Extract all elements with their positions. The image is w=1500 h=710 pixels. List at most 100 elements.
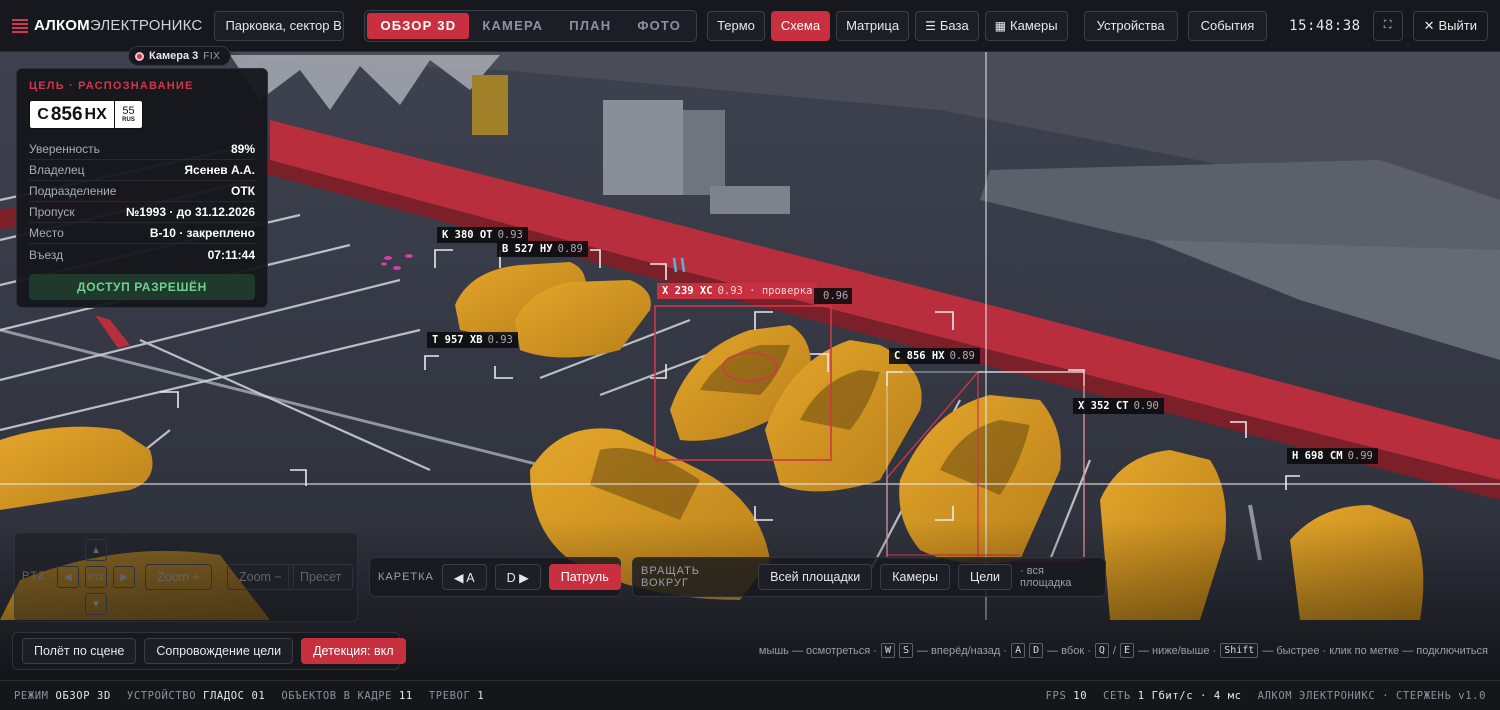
status-mode: РЕЖИМ ОБЗОР 3D xyxy=(14,690,111,702)
info-row: Уверенность 89% xyxy=(29,139,255,160)
tab-overview-3d[interactable]: ОБЗОР 3D xyxy=(367,12,470,39)
clock: 15:48:38 xyxy=(1289,17,1361,34)
target-card: ЦЕЛЬ · РАСПОЗНАВАНИЕ С 856 НХ 55 RUS Уве… xyxy=(16,68,268,308)
info-value: №1993 · до 31.12.2026 xyxy=(125,205,255,219)
tab-camera[interactable]: КАМЕРА xyxy=(469,13,556,39)
key-s: S xyxy=(898,643,913,658)
ptz-center-button[interactable]: PTZ xyxy=(85,566,107,588)
info-value: ОТК xyxy=(231,184,255,198)
carriage-left-button[interactable]: ◀ A xyxy=(441,564,487,590)
detection-toggle-button[interactable]: Детекция: вкл xyxy=(301,638,406,664)
plate-region: 55 xyxy=(122,105,135,117)
base-label: База xyxy=(939,18,969,33)
info-key: Уверенность xyxy=(29,142,100,156)
matrix-button[interactable]: Матрица xyxy=(836,10,910,41)
detection-confidence: 0.99 xyxy=(1347,450,1373,462)
scene-controls-panel: Полёт по сцене Сопровождение цели Детекц… xyxy=(12,632,406,670)
info-value: 89% xyxy=(230,142,255,156)
carriage-panel: КАРЕТКА ◀ A D ▶ Патруль xyxy=(369,557,621,597)
tab-plan[interactable]: ПЛАН xyxy=(556,13,624,39)
logo-icon xyxy=(12,18,28,34)
info-row: Пропуск №1993 · до 31.12.2026 xyxy=(29,202,255,223)
detection-label[interactable]: Х 352 СТ 0.90 xyxy=(1073,398,1164,414)
ptz-up-button[interactable]: ▲ xyxy=(85,539,107,561)
preset-button[interactable]: Пресет xyxy=(288,564,354,590)
status-bar: РЕЖИМ ОБЗОР 3D УСТРОЙСТВО ГЛАДОС 01 ОБЪЕ… xyxy=(0,680,1500,710)
key-q: Q xyxy=(1094,643,1109,658)
orbit-targets-button[interactable]: Цели xyxy=(957,564,1013,590)
site-select[interactable]: Парковка, сектор В xyxy=(214,10,345,41)
ptz-down-button[interactable]: ▼ xyxy=(85,593,107,615)
camera-name: Камера 3 xyxy=(149,50,199,62)
status-key: УСТРОЙСТВО xyxy=(126,689,197,702)
status-fps: FPS 10 xyxy=(1046,690,1088,702)
close-icon: ✕ xyxy=(1423,17,1435,33)
camera-chip[interactable]: Камера 3 FIX xyxy=(128,46,232,66)
exit-button[interactable]: ✕ Выйти xyxy=(1412,10,1488,41)
hint-text: мышь — осмотреться · xyxy=(758,644,877,657)
arrow-left-icon: ◀ xyxy=(64,571,72,583)
status-value: ГЛАДОС 01 xyxy=(203,689,266,702)
plate-country: RUS xyxy=(122,117,135,123)
info-key: Владелец xyxy=(29,163,85,177)
hint-text: — вбок · xyxy=(1047,644,1091,657)
ptz-center-label: PTZ xyxy=(88,572,104,582)
zoom-out-button[interactable]: Zoom − xyxy=(227,564,294,590)
brand-name-rest: ЭЛЕКТРОНИКС xyxy=(89,17,203,34)
cameras-label: Камеры xyxy=(1010,18,1058,33)
top-bar: АЛКОМЭЛЕКТРОНИКС Парковка, сектор В ОБЗО… xyxy=(0,0,1500,52)
view-mode-switch: ОБЗОР 3D КАМЕРА ПЛАН ФОТО xyxy=(364,9,698,42)
target-card-title: ЦЕЛЬ · РАСПОЗНАВАНИЕ xyxy=(29,80,194,92)
detection-label-target[interactable]: С 856 НХ 0.89 xyxy=(889,348,980,364)
detection-confidence: 0.93 xyxy=(497,229,523,241)
status-device: УСТРОЙСТВО ГЛАДОС 01 xyxy=(127,690,265,702)
base-button[interactable]: ☰ База xyxy=(915,10,979,41)
patrol-button[interactable]: Патруль xyxy=(548,564,621,590)
status-value: 11 xyxy=(399,689,413,702)
orbit-whole-site-button[interactable]: Всей площадки xyxy=(758,564,873,590)
license-plate: С 856 НХ 55 RUS xyxy=(29,100,143,129)
track-target-button[interactable]: Сопровождение цели xyxy=(144,638,294,664)
schema-button[interactable]: Схема xyxy=(770,10,831,41)
detection-label[interactable]: Т 957 ХВ 0.93 xyxy=(427,332,518,348)
fullscreen-icon: ⛶ xyxy=(1383,19,1392,31)
carriage-right-button[interactable]: D ▶ xyxy=(494,564,541,590)
ptz-right-button[interactable]: ▶ xyxy=(113,566,135,588)
detection-label[interactable]: 0.96 xyxy=(814,288,853,304)
events-button[interactable]: События xyxy=(1187,10,1268,41)
status-objects: ОБЪЕКТОВ В КАДРЕ 11 xyxy=(281,690,413,702)
controls-hint: мышь — осмотреться · W S — вперёд/назад … xyxy=(759,643,1488,658)
exit-label: Выйти xyxy=(1438,18,1478,33)
status-key: ТРЕВОГ xyxy=(428,689,471,702)
status-key: РЕЖИМ xyxy=(14,689,49,702)
record-icon xyxy=(135,51,144,61)
detection-confidence: 0.89 xyxy=(557,243,583,255)
detection-label[interactable]: Н 698 СМ 0.99 xyxy=(1287,448,1378,464)
info-key: Пропуск xyxy=(29,205,75,219)
orbit-label: ВРАЩАТЬ ВОКРУГ xyxy=(641,565,701,589)
key-d: D xyxy=(1029,643,1044,658)
hint-text: — быстрее · клик по метке — подключиться xyxy=(1262,644,1488,657)
detection-label[interactable]: В 527 НУ 0.89 xyxy=(497,241,588,257)
plate-letters: НХ xyxy=(84,105,107,123)
fly-scene-button[interactable]: Полёт по сцене xyxy=(22,638,137,664)
status-key: ОБЪЕКТОВ В КАДРЕ xyxy=(281,689,393,702)
cameras-button[interactable]: ▦ Камеры xyxy=(984,10,1068,41)
fullscreen-button[interactable]: ⛶ xyxy=(1372,10,1403,41)
detection-confidence: 0.93 · проверка xyxy=(717,285,813,297)
tab-photo[interactable]: ФОТО xyxy=(624,13,694,39)
zoom-in-button[interactable]: Zoom + xyxy=(145,564,212,590)
arrow-up-icon: ▲ xyxy=(91,544,101,556)
status-value: 10 xyxy=(1073,689,1088,702)
camera-mode: FIX xyxy=(203,50,221,62)
termo-button[interactable]: Термо xyxy=(707,10,765,41)
devices-button[interactable]: Устройства xyxy=(1083,10,1178,41)
key-w: W xyxy=(880,643,895,658)
plate-number: 856 xyxy=(50,103,83,125)
ptz-left-button[interactable]: ◀ xyxy=(57,566,79,588)
detection-label-alert[interactable]: Х 239 ХС 0.93 · проверка xyxy=(657,283,818,299)
info-value: Ясенев А.А. xyxy=(184,163,255,177)
orbit-cameras-button[interactable]: Камеры xyxy=(880,564,950,590)
arrow-right-icon: ▶ xyxy=(120,571,128,583)
status-value: 1 Гбит/с · 4 мс xyxy=(1137,689,1242,702)
